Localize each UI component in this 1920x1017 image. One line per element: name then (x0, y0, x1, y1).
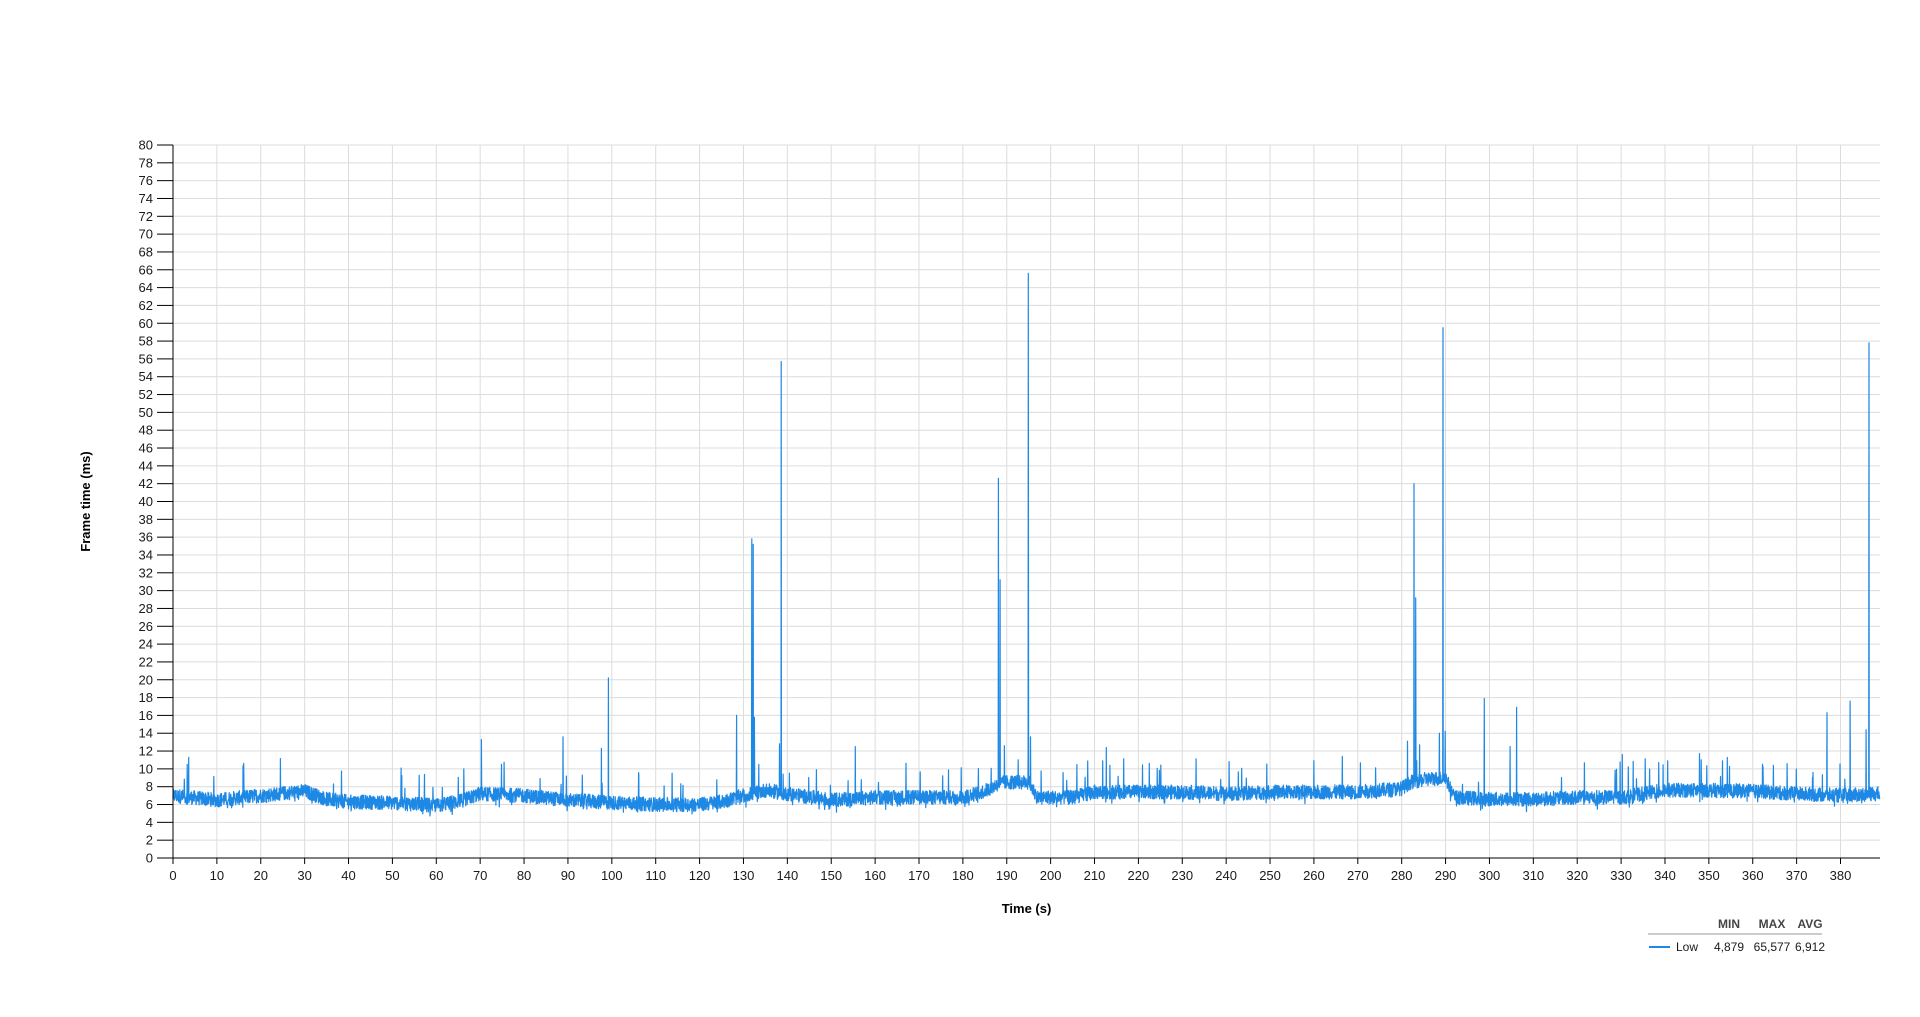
y-tick-label: 0 (146, 851, 153, 866)
x-tick-label: 370 (1786, 868, 1808, 883)
x-tick-label: 360 (1742, 868, 1764, 883)
legend-header-max: MAX (1759, 917, 1786, 931)
x-tick-label: 380 (1830, 868, 1852, 883)
horizontal-gridlines (173, 144, 1880, 859)
y-tick-label: 32 (139, 565, 153, 580)
y-tick-label: 18 (139, 690, 153, 705)
y-tick-label: 20 (139, 672, 153, 687)
x-tick-label: 260 (1303, 868, 1325, 883)
x-tick-label: 10 (210, 868, 224, 883)
y-tick-label: 50 (139, 405, 153, 420)
x-tick-label: 320 (1566, 868, 1588, 883)
x-tick-label: 180 (952, 868, 974, 883)
x-tick-label: 230 (1171, 868, 1193, 883)
y-tick-label: 14 (139, 726, 153, 741)
x-tick-label: 140 (776, 868, 798, 883)
x-tick-label: 240 (1215, 868, 1237, 883)
y-tick-label: 22 (139, 654, 153, 669)
x-tick-label: 50 (385, 868, 399, 883)
y-tick-label: 30 (139, 583, 153, 598)
legend-header-min: MIN (1718, 917, 1740, 931)
x-tick-label: 100 (601, 868, 623, 883)
y-tick-label: 46 (139, 441, 153, 456)
frametime-chart: 0 10 20 30 40 50 60 70 80 90 100 110 120 130 140 150 160… (78, 138, 1881, 954)
x-tick-label: 280 (1391, 868, 1413, 883)
legend-max-value: 65,577 (1754, 940, 1791, 954)
y-tick-label: 8 (146, 779, 153, 794)
x-tick-label: 210 (1084, 868, 1106, 883)
y-tick-label: 34 (139, 547, 153, 562)
y-axis-title: Frame time (ms) (78, 451, 93, 551)
y-tick-label: 24 (139, 637, 153, 652)
y-tick-label: 80 (139, 138, 153, 153)
legend-avg-value: 6,912 (1795, 940, 1825, 954)
y-tick-label: 10 (139, 761, 153, 776)
y-tick-label: 38 (139, 512, 153, 527)
y-tick-label: 58 (139, 334, 153, 349)
x-tick-label: 270 (1347, 868, 1369, 883)
y-tick-label: 78 (139, 155, 153, 170)
x-tick-label: 340 (1654, 868, 1676, 883)
y-tick-label: 68 (139, 244, 153, 259)
y-tick-label: 74 (139, 191, 153, 206)
y-tick-label: 6 (146, 797, 153, 812)
x-tick-label: 90 (561, 868, 575, 883)
legend-header-avg: AVG (1797, 917, 1822, 931)
y-tick-label: 28 (139, 601, 153, 616)
x-tick-label: 0 (169, 868, 176, 883)
x-tick-label: 330 (1610, 868, 1632, 883)
y-tick-label: 64 (139, 280, 153, 295)
x-tick-label: 310 (1522, 868, 1544, 883)
y-tick-label: 62 (139, 298, 153, 313)
y-tick-label: 40 (139, 494, 153, 509)
x-tick-label: 80 (517, 868, 531, 883)
x-tick-label: 110 (645, 868, 666, 883)
y-tick-label: 70 (139, 227, 153, 242)
y-tick-label: 12 (139, 744, 153, 759)
x-tick-label: 170 (908, 868, 930, 883)
y-tick-label: 76 (139, 173, 153, 188)
x-axis-title: Time (s) (1002, 901, 1052, 916)
x-axis-ticks: 0 10 20 30 40 50 60 70 80 90 100 110 120 130 140 150 160… (169, 858, 1851, 883)
x-tick-label: 30 (297, 868, 311, 883)
y-tick-label: 44 (139, 458, 153, 473)
x-tick-label: 350 (1698, 868, 1720, 883)
x-tick-label: 250 (1259, 868, 1281, 883)
x-tick-label: 300 (1479, 868, 1501, 883)
y-tick-label: 66 (139, 262, 153, 277)
y-tick-label: 4 (146, 815, 153, 830)
y-tick-label: 56 (139, 351, 153, 366)
x-tick-label: 40 (341, 868, 355, 883)
y-tick-label: 42 (139, 476, 153, 491)
x-tick-label: 190 (996, 868, 1018, 883)
y-tick-label: 60 (139, 316, 153, 331)
x-tick-label: 120 (689, 868, 711, 883)
y-tick-label: 54 (139, 369, 153, 384)
legend-series-name: Low (1676, 940, 1698, 954)
legend-min-value: 4,879 (1714, 940, 1744, 954)
y-tick-label: 72 (139, 209, 153, 224)
x-tick-label: 60 (429, 868, 443, 883)
series-line-low (172, 272, 1881, 817)
x-tick-label: 20 (254, 868, 268, 883)
x-tick-label: 290 (1435, 868, 1457, 883)
x-tick-label: 160 (864, 868, 886, 883)
y-axis-ticks: 0246810121416182022242628303234363840424… (139, 138, 173, 866)
y-tick-label: 2 (146, 833, 153, 848)
y-tick-label: 48 (139, 423, 153, 438)
x-tick-label: 200 (1040, 868, 1062, 883)
legend: MIN MAX AVG Low 4,879 65,577 6,912 (1648, 917, 1825, 954)
x-tick-label: 70 (473, 868, 487, 883)
x-tick-label: 130 (733, 868, 755, 883)
x-tick-label: 150 (820, 868, 842, 883)
y-tick-label: 52 (139, 387, 153, 402)
x-tick-label: 220 (1128, 868, 1150, 883)
y-tick-label: 26 (139, 619, 153, 634)
y-tick-label: 36 (139, 530, 153, 545)
y-tick-label: 16 (139, 708, 153, 723)
